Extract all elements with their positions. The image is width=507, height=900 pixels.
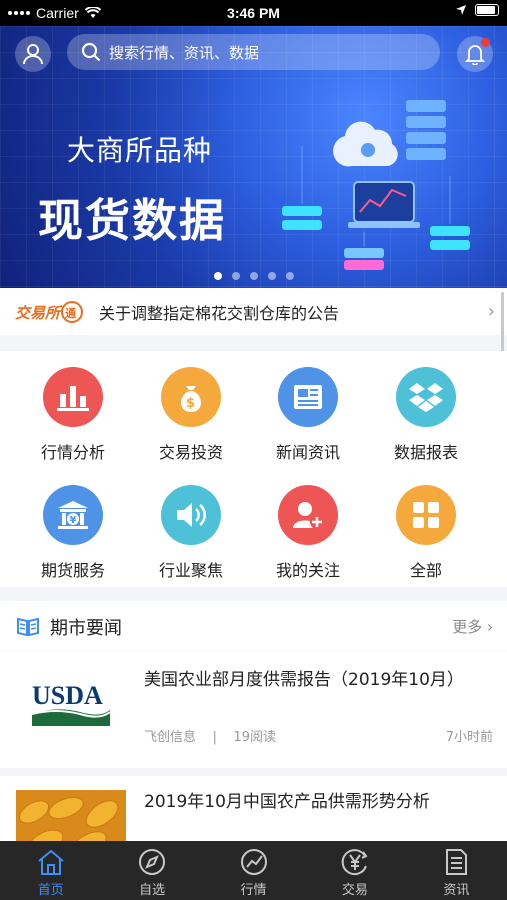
more-link[interactable]: 更多 › (452, 616, 493, 637)
book-icon (17, 617, 39, 636)
chevron-right-icon: › (487, 618, 493, 636)
svg-text:通: 通 (65, 307, 76, 320)
menu-item-futures-service[interactable]: ¥ 期货服务 (18, 485, 128, 581)
hero-banner[interactable]: 搜索行情、资讯、数据 大商所品种 现货数据 (0, 26, 507, 288)
menu-item-market-analysis[interactable]: 行情分析 (18, 367, 128, 463)
menu-item-all[interactable]: 全部 (371, 485, 481, 581)
bell-icon (465, 45, 485, 65)
search-placeholder: 搜索行情、资讯、数据 (109, 43, 260, 62)
feature-grid: 行情分析 $ 交易投资 新闻资讯 数据报表 ¥ 期货服务 行业聚焦 我的关注 全… (0, 351, 507, 587)
yen-icon (341, 849, 368, 876)
article-time: 7小时前 (445, 730, 493, 745)
pager-dot[interactable] (213, 272, 222, 280)
trend-icon (240, 849, 267, 875)
svg-text:交易所: 交易所 (15, 304, 63, 322)
exchange-notice-logo: 交易所 通 (15, 300, 83, 323)
add-user-icon (278, 485, 338, 545)
news-section-header: 期市要闻 更多 › (0, 601, 507, 651)
tab-watchlist[interactable]: 自选 (101, 841, 202, 900)
menu-item-trading-investment[interactable]: $ 交易投资 (136, 367, 246, 463)
compass-icon (139, 849, 166, 875)
scrollbar[interactable] (501, 292, 504, 352)
clock: 3:46 PM (227, 5, 280, 21)
article-source: 飞创信息 | 19阅读 (144, 730, 277, 745)
money-bag-icon: $ (161, 367, 221, 427)
menu-item-news[interactable]: 新闻资讯 (253, 367, 363, 463)
bank-icon: ¥ (43, 485, 103, 545)
menu-item-data-report[interactable]: 数据报表 (371, 367, 481, 463)
document-icon (446, 849, 468, 875)
status-bar: Carrier 3:46 PM (0, 0, 507, 26)
chevron-right-icon: › (487, 301, 495, 322)
news-item[interactable]: 2019年10月中国农产品供需形势分析 (0, 776, 507, 841)
menu-item-industry-focus[interactable]: 行业聚焦 (136, 485, 246, 581)
pager-dot[interactable] (249, 272, 258, 280)
battery-icon (475, 4, 499, 16)
search-icon (81, 42, 101, 62)
banner-title: 现货数据 (38, 194, 227, 247)
unread-badge (481, 38, 490, 47)
user-icon (23, 44, 43, 65)
svg-text:$: $ (186, 396, 195, 411)
bar-chart-icon (43, 367, 103, 427)
bottom-tab-bar: 首页 自选 行情 交易 资讯 (0, 841, 507, 900)
announcement-text: 关于调整指定棉花交割仓库的公告 (99, 303, 340, 323)
menu-item-my-follows[interactable]: 我的关注 (253, 485, 363, 581)
tab-trade[interactable]: 交易 (304, 841, 405, 900)
notification-button[interactable] (457, 36, 493, 72)
location-icon (456, 5, 466, 15)
data-illustration (282, 100, 470, 270)
pager-dot[interactable] (285, 272, 294, 280)
announcement-bar[interactable]: 交易所 通 关于调整指定棉花交割仓库的公告 › (0, 288, 507, 335)
article-title: 2019年10月中国农产品供需形势分析 (144, 792, 430, 812)
article-thumbnail (16, 790, 126, 841)
pager-dot[interactable] (267, 272, 276, 280)
article-thumbnail: USDA (16, 670, 126, 740)
banner-pager[interactable] (0, 272, 507, 280)
news-item[interactable]: USDA 美国农业部月度供需报告（2019年10月） 飞创信息 | 19阅读 7… (0, 652, 507, 768)
home-icon (38, 849, 64, 875)
tab-home[interactable]: 首页 (0, 841, 101, 900)
profile-button[interactable] (15, 36, 51, 72)
tab-market[interactable]: 行情 (203, 841, 304, 900)
tab-news[interactable]: 资讯 (406, 841, 507, 900)
dropbox-icon (396, 367, 456, 427)
newspaper-icon (278, 367, 338, 427)
svg-text:USDA: USDA (32, 681, 103, 710)
grid-icon (396, 485, 456, 545)
search-bar[interactable]: 搜索行情、资讯、数据 (67, 34, 440, 70)
banner-subtitle: 大商所品种 (67, 134, 213, 167)
section-title: 期市要闻 (50, 618, 122, 639)
svg-text:¥: ¥ (70, 515, 77, 526)
article-title: 美国农业部月度供需报告（2019年10月） (144, 670, 464, 690)
pager-dot[interactable] (231, 272, 240, 280)
speaker-icon (161, 485, 221, 545)
